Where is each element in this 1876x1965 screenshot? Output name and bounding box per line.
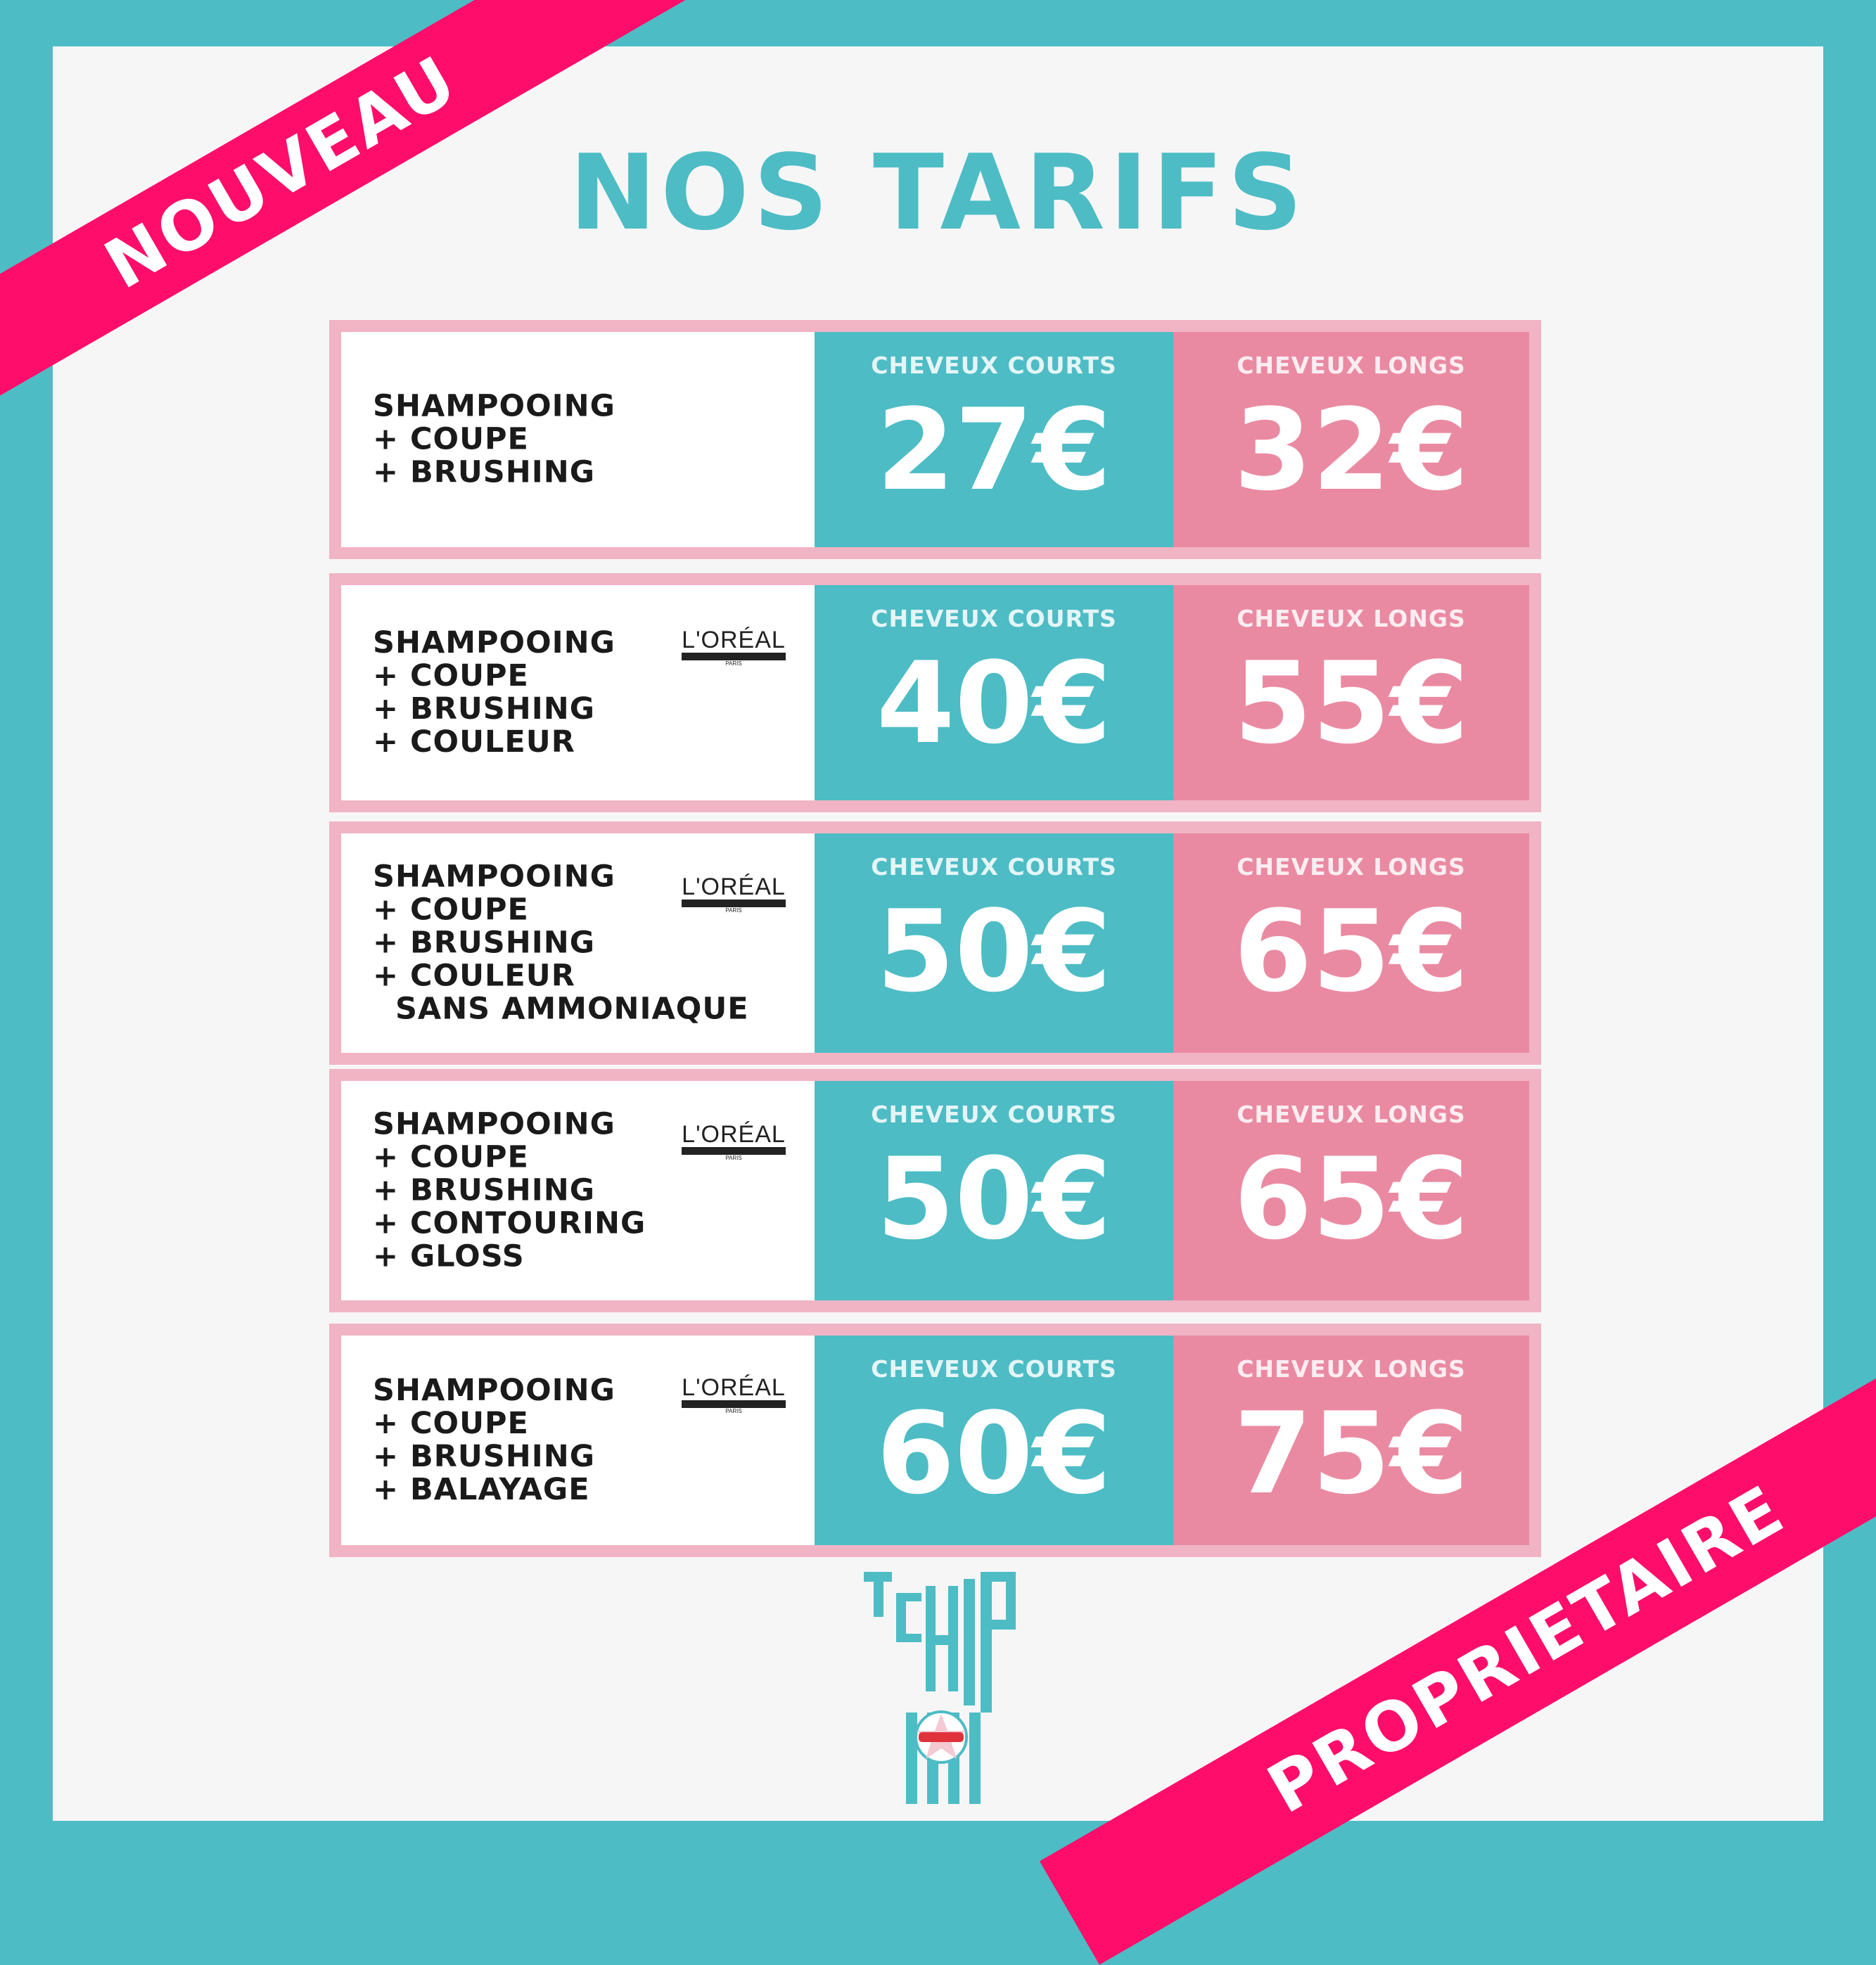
service-lines: SHAMPOOING + COUPE + BRUSHING + CONTOURING +… bbox=[373, 1108, 646, 1274]
long-hair-price: CHEVEUX LONGS 55€ bbox=[1173, 585, 1529, 800]
service-description: SHAMPOOING + COUPE + BRUSHING bbox=[341, 332, 815, 547]
short-hair-price-label: CHEVEUX COURTS bbox=[871, 352, 1117, 379]
tchip-logo bbox=[864, 1572, 1016, 1804]
long-hair-price-value: 65€ bbox=[1234, 1133, 1469, 1265]
service-lines: SHAMPOOING + COUPE + BRUSHING + BALAYAGE bbox=[373, 1374, 615, 1506]
price-row: SHAMPOOING + COUPE + BRUSHING + COULEUR SAN… bbox=[329, 821, 1541, 1065]
service-line: + COUPE bbox=[373, 421, 529, 457]
short-hair-price: CHEVEUX COURTS 60€ bbox=[815, 1336, 1173, 1545]
service-line: + BALAYAGE bbox=[373, 1472, 590, 1507]
short-hair-price-value: 60€ bbox=[876, 1388, 1111, 1519]
loreal-logo: L'ORÉAL PARIS bbox=[677, 874, 790, 914]
service-line: + CONTOURING bbox=[373, 1205, 646, 1241]
short-hair-price-value: 27€ bbox=[876, 384, 1111, 516]
short-hair-price: CHEVEUX COURTS 50€ bbox=[815, 1081, 1173, 1300]
short-hair-price: CHEVEUX COURTS 50€ bbox=[815, 833, 1173, 1053]
loreal-logo: L'ORÉAL PARIS bbox=[677, 1122, 790, 1162]
service-line: SHAMPOOING bbox=[373, 1373, 615, 1408]
loreal-city: PARIS bbox=[725, 1408, 742, 1414]
service-line: + GLOSS bbox=[373, 1238, 525, 1274]
short-hair-price-label: CHEVEUX COURTS bbox=[871, 1355, 1117, 1383]
short-hair-price: CHEVEUX COURTS 40€ bbox=[815, 585, 1173, 800]
long-hair-price: CHEVEUX LONGS 32€ bbox=[1173, 332, 1529, 547]
star-badge-icon bbox=[914, 1710, 968, 1764]
short-hair-price: CHEVEUX COURTS 27€ bbox=[815, 332, 1173, 547]
service-line: + COULEUR bbox=[373, 958, 575, 994]
service-line: + BRUSHING bbox=[373, 1172, 596, 1208]
short-hair-price-value: 50€ bbox=[876, 885, 1111, 1017]
service-line: + COUPE bbox=[373, 658, 529, 693]
short-hair-price-value: 50€ bbox=[876, 1133, 1111, 1265]
service-line: SHAMPOOING bbox=[373, 1106, 615, 1142]
service-line: + COULEUR bbox=[373, 724, 575, 760]
service-line: + BRUSHING bbox=[373, 691, 596, 727]
loreal-brand-text: L'ORÉAL bbox=[682, 1374, 786, 1401]
service-line: + BRUSHING bbox=[373, 454, 596, 490]
service-lines: SHAMPOOING + COUPE + BRUSHING bbox=[373, 390, 615, 489]
service-line: SHAMPOOING bbox=[373, 388, 615, 424]
loreal-logo: L'ORÉAL PARIS bbox=[677, 627, 790, 667]
price-row: SHAMPOOING + COUPE + BRUSHING + BALAYAGE L'O… bbox=[329, 1324, 1541, 1557]
service-line: SANS AMMONIAQUE bbox=[373, 991, 749, 1027]
short-hair-price-label: CHEVEUX COURTS bbox=[871, 853, 1117, 881]
loreal-logo: L'ORÉAL PARIS bbox=[677, 1375, 790, 1415]
short-hair-price-label: CHEVEUX COURTS bbox=[871, 1101, 1117, 1128]
short-hair-price-label: CHEVEUX COURTS bbox=[871, 605, 1117, 632]
long-hair-price-label: CHEVEUX LONGS bbox=[1237, 1101, 1466, 1128]
service-line: + COUPE bbox=[373, 1406, 529, 1441]
long-hair-price-value: 75€ bbox=[1234, 1388, 1469, 1519]
long-hair-price-value: 55€ bbox=[1234, 637, 1469, 769]
loreal-brand-text: L'ORÉAL bbox=[682, 873, 786, 900]
long-hair-price-label: CHEVEUX LONGS bbox=[1237, 853, 1466, 881]
price-row: SHAMPOOING + COUPE + BRUSHING CHEVEUX COURT… bbox=[329, 320, 1541, 559]
service-line: + COUPE bbox=[373, 1139, 529, 1175]
loreal-bar bbox=[682, 900, 786, 907]
long-hair-price-value: 32€ bbox=[1234, 384, 1469, 516]
loreal-city: PARIS bbox=[725, 660, 742, 667]
loreal-brand-text: L'ORÉAL bbox=[682, 627, 786, 653]
service-description: SHAMPOOING + COUPE + BRUSHING + COULEUR L'OR… bbox=[341, 585, 815, 800]
long-hair-price-value: 65€ bbox=[1234, 885, 1469, 1017]
loreal-brand-text: L'ORÉAL bbox=[682, 1121, 786, 1148]
long-hair-price: CHEVEUX LONGS 65€ bbox=[1173, 833, 1529, 1053]
service-line: SHAMPOOING bbox=[373, 625, 615, 660]
service-description: SHAMPOOING + COUPE + BRUSHING + CONTOURING +… bbox=[341, 1081, 815, 1300]
price-row: SHAMPOOING + COUPE + BRUSHING + COULEUR L'OR… bbox=[329, 573, 1541, 812]
service-line: + BRUSHING bbox=[373, 1439, 596, 1474]
loreal-bar bbox=[682, 1147, 786, 1155]
loreal-city: PARIS bbox=[725, 1155, 742, 1161]
long-hair-price: CHEVEUX LONGS 75€ bbox=[1173, 1336, 1529, 1545]
short-hair-price-value: 40€ bbox=[876, 637, 1111, 769]
service-description: SHAMPOOING + COUPE + BRUSHING + COULEUR SAN… bbox=[341, 833, 815, 1053]
loreal-bar bbox=[682, 1400, 786, 1408]
long-hair-price: CHEVEUX LONGS 65€ bbox=[1173, 1081, 1529, 1300]
loreal-city: PARIS bbox=[725, 907, 742, 914]
long-hair-price-label: CHEVEUX LONGS bbox=[1237, 1355, 1466, 1383]
long-hair-price-label: CHEVEUX LONGS bbox=[1237, 605, 1466, 632]
service-line: + BRUSHING bbox=[373, 925, 596, 961]
service-description: SHAMPOOING + COUPE + BRUSHING + BALAYAGE L'O… bbox=[341, 1336, 815, 1545]
service-lines: SHAMPOOING + COUPE + BRUSHING + COULEUR bbox=[373, 627, 615, 759]
price-row: SHAMPOOING + COUPE + BRUSHING + CONTOURING +… bbox=[329, 1069, 1541, 1312]
loreal-bar bbox=[682, 653, 786, 660]
long-hair-price-label: CHEVEUX LONGS bbox=[1237, 352, 1466, 379]
